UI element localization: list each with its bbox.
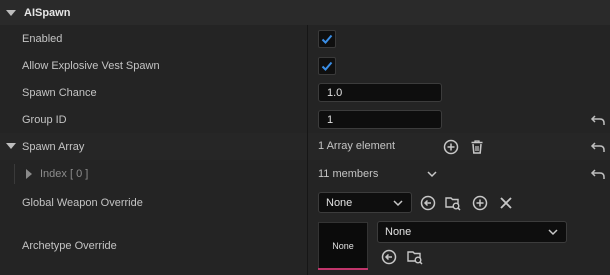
add-element-icon[interactable] (442, 138, 460, 156)
property-row-index-0: Index [ 0 ] 11 members (0, 160, 610, 189)
archetype-combo[interactable]: None (377, 221, 567, 243)
global-weapon-combo[interactable]: None (318, 192, 412, 213)
property-label-enabled: Enabled (22, 32, 63, 45)
reset-to-default-icon[interactable] (590, 112, 606, 128)
property-label-index-0: Index [ 0 ] (40, 168, 89, 180)
property-row-enabled: Enabled (0, 25, 610, 53)
property-label-global-weapon-override: Global Weapon Override (22, 196, 143, 209)
asset-thumbnail-label: None (332, 241, 354, 251)
array-element-count: 1 Array element (318, 140, 396, 152)
category-title: AISpawn (24, 6, 71, 19)
delete-all-icon[interactable] (468, 138, 486, 156)
details-panel: AISpawn Enabled Allow Explosive Vest Spa… (0, 0, 610, 275)
global-weapon-selected: None (326, 196, 353, 209)
asset-thumbnail[interactable]: None (318, 222, 368, 270)
property-label-spawn-array: Spawn Array (22, 140, 85, 153)
clear-icon[interactable] (497, 194, 515, 212)
property-row-global-weapon-override: Global Weapon Override None (0, 188, 610, 218)
property-row-spawn-array: Spawn Array 1 Array element (0, 133, 610, 161)
group-id-input[interactable]: 1 (318, 110, 442, 129)
use-selected-icon[interactable] (380, 248, 398, 266)
chevron-down-icon (393, 199, 403, 206)
browse-to-asset-icon[interactable] (406, 248, 424, 266)
chevron-down-icon[interactable] (427, 170, 437, 178)
asset-type-color-bar (318, 268, 368, 270)
expand-arrow-icon[interactable] (26, 169, 32, 179)
property-label-group-id: Group ID (22, 113, 67, 126)
expand-arrow-icon[interactable] (6, 143, 16, 149)
property-label-allow-explosive-vest: Allow Explosive Vest Spawn (22, 59, 160, 72)
tree-indent-line (14, 164, 15, 184)
chevron-down-icon (548, 229, 558, 236)
category-header-aispawn[interactable]: AISpawn (0, 0, 610, 26)
checkmark-icon (321, 34, 333, 44)
archetype-selected: None (385, 226, 412, 238)
spawn-chance-input[interactable]: 1.0 (318, 83, 442, 102)
allow-explosive-vest-checkbox[interactable] (318, 57, 336, 75)
checkmark-icon (321, 61, 333, 71)
property-label-archetype-override: Archetype Override (22, 240, 117, 252)
property-label-spawn-chance: Spawn Chance (22, 86, 97, 99)
reset-to-default-icon[interactable] (590, 166, 606, 182)
struct-member-count: 11 members (318, 168, 379, 180)
reset-to-default-icon[interactable] (590, 139, 606, 155)
browse-to-asset-icon[interactable] (444, 194, 462, 212)
column-divider[interactable] (307, 25, 308, 275)
use-selected-icon[interactable] (419, 194, 437, 212)
property-row-group-id: Group ID 1 (0, 106, 610, 134)
enabled-checkbox[interactable] (318, 30, 336, 48)
property-row-spawn-chance: Spawn Chance 1.0 (0, 79, 610, 107)
dropdown-arrow-icon[interactable] (6, 9, 16, 16)
add-element-icon[interactable] (471, 194, 489, 212)
property-row-allow-explosive-vest: Allow Explosive Vest Spawn (0, 52, 610, 80)
